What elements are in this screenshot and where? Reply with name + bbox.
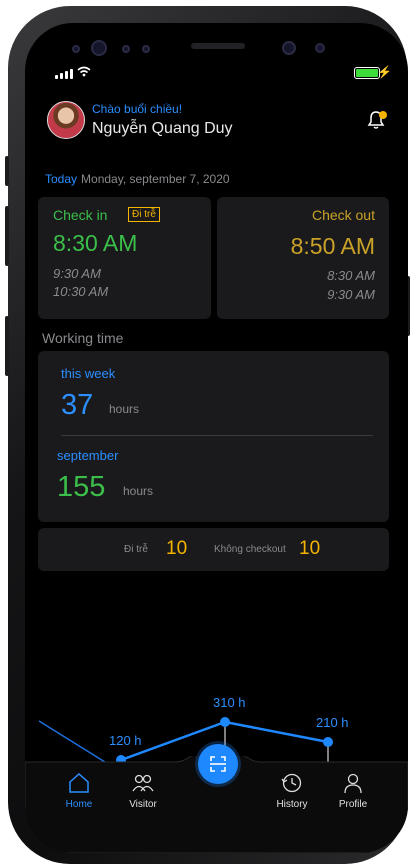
late-count-value: 10 <box>166 538 188 559</box>
side-button-action <box>5 156 9 186</box>
chart-data-label: 210 h <box>316 715 349 730</box>
wifi-icon <box>77 66 91 77</box>
tab-home[interactable]: Home <box>51 772 107 810</box>
visitor-icon <box>132 774 154 792</box>
notification-button[interactable] <box>365 109 387 131</box>
check-in-previous-time: 10:30 AM <box>53 284 109 299</box>
scan-icon <box>210 756 226 772</box>
check-out-card[interactable]: Check out 8:50 AM 8:30 AM 9:30 AM <box>217 197 389 319</box>
chart-data-label: 310 h <box>213 695 246 710</box>
late-count-label: Đi trễ <box>124 544 148 555</box>
charging-icon: ⚡ <box>377 65 392 79</box>
late-badge: Đi trễ <box>128 207 160 222</box>
check-in-card[interactable]: Check in Đi trễ 8:30 AM 9:30 AM 10:30 AM <box>38 197 211 319</box>
check-out-previous-time: 9:30 AM <box>327 287 375 302</box>
stats-card: Đi trễ 10 Không checkout 10 <box>38 528 389 571</box>
profile-icon <box>344 773 362 794</box>
chart-point <box>220 717 230 727</box>
month-title: september <box>57 448 119 463</box>
home-icon <box>69 772 89 793</box>
month-hours-unit: hours <box>123 484 154 498</box>
today-date: Monday, september 7, 2020 <box>81 172 230 186</box>
sensor-dot <box>315 43 325 53</box>
check-out-title: Check out <box>311 207 375 223</box>
scan-button[interactable] <box>198 744 238 784</box>
iris-scanner <box>282 41 296 55</box>
working-time-label: Working time <box>42 330 124 346</box>
tab-profile[interactable]: Profile <box>325 772 381 810</box>
tab-profile-label: Profile <box>338 799 368 810</box>
tab-history-label: History <box>276 799 308 810</box>
check-in-title: Check in <box>53 207 108 223</box>
today-label: Today <box>45 172 78 186</box>
no-checkout-value: 10 <box>299 538 321 559</box>
week-hours-unit: hours <box>109 402 140 416</box>
status-bar: ⚡ <box>25 65 408 81</box>
no-checkout-label: Không checkout <box>214 544 286 555</box>
history-icon <box>281 773 302 793</box>
side-button-volume-up <box>5 206 9 266</box>
tab-visitor-label: Visitor <box>129 799 157 810</box>
avatar[interactable] <box>47 101 85 139</box>
sensor-dot <box>142 45 150 53</box>
working-time-card[interactable]: this week 37 hours september 155 hours <box>38 351 389 522</box>
user-name: Nguyễn Quang Duy <box>92 120 233 137</box>
front-camera <box>91 40 107 56</box>
week-title: this week <box>61 366 116 381</box>
chart-data-label: 120 h <box>109 733 142 748</box>
check-out-time: 8:50 AM <box>290 233 375 259</box>
side-button-volume-down <box>5 316 9 376</box>
today-row: Today Monday, september 7, 2020 <box>45 172 230 186</box>
tab-home-label: Home <box>65 799 93 810</box>
app-screen: ⚡ Chào buổi chiều! Nguyễn Quang Duy Toda… <box>25 23 408 853</box>
user-header: Chào buổi chiều! Nguyễn Quang Duy <box>47 101 387 145</box>
tab-history[interactable]: History <box>264 772 320 810</box>
greeting-text: Chào buổi chiều! <box>92 102 183 116</box>
check-out-previous-time: 8:30 AM <box>327 268 375 283</box>
sensor-dot <box>72 45 80 53</box>
earpiece-speaker <box>191 43 245 49</box>
sensor-dot <box>122 45 130 53</box>
tab-visitor[interactable]: Visitor <box>115 772 171 810</box>
month-hours-value: 155 <box>57 471 106 503</box>
check-in-time: 8:30 AM <box>53 230 138 256</box>
divider <box>61 435 373 436</box>
week-hours-value: 37 <box>61 389 94 421</box>
signal-icon <box>55 69 73 79</box>
phone-frame: ⚡ Chào buổi chiều! Nguyễn Quang Duy Toda… <box>5 6 410 864</box>
notification-badge <box>379 111 387 119</box>
check-in-previous-time: 9:30 AM <box>53 266 101 281</box>
chart-point <box>323 737 333 747</box>
